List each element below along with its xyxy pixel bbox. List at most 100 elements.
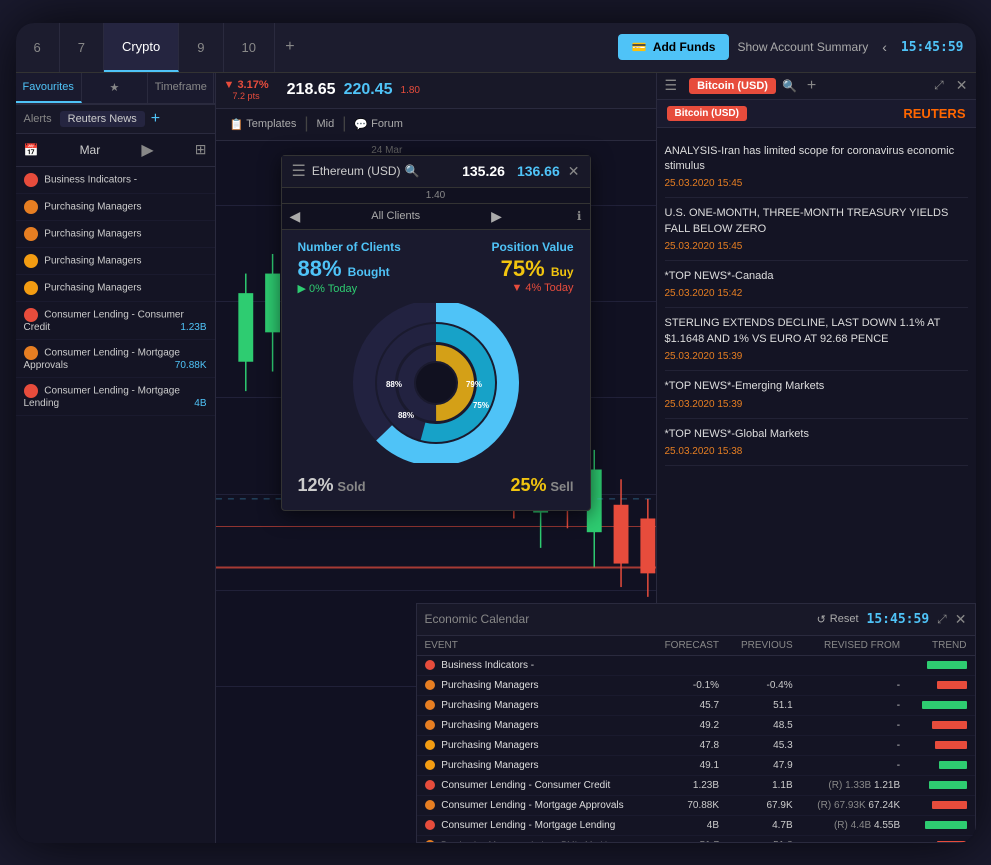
top-bar: 6 7 Crypto 9 10 + 💳 Add Funds <box>16 23 976 73</box>
red-dot-icon <box>425 660 435 670</box>
red-dot-icon <box>425 820 435 830</box>
news-title-2: U.S. ONE-MONTH, THREE-MONTH TREASURY YIE… <box>665 206 968 237</box>
news-item[interactable]: *TOP NEWS*-Emerging Markets 25.03.2020 1… <box>665 371 968 418</box>
list-item: Consumer Lending - Mortgage Approvals 70… <box>16 340 215 378</box>
bitcoin-label-badge: Bitcoin (USD) <box>667 106 747 121</box>
add-funds-button[interactable]: 💳 Add Funds <box>618 34 730 60</box>
top-bar-right: 💳 Add Funds Show Account Summary ‹ 15:45… <box>618 34 976 60</box>
trend-bar <box>937 681 967 689</box>
orange-dot-icon <box>425 720 435 730</box>
search-icon[interactable]: 🔍 <box>782 79 797 93</box>
eco-title: Economic Calendar <box>425 612 530 626</box>
trend-bar <box>927 661 967 669</box>
spread-value: 1.80 <box>401 85 420 96</box>
table-row: Purchasing Managers 49.1 47.9 - <box>417 755 975 775</box>
sold-percentage: 12% Sold <box>298 478 366 494</box>
news-item[interactable]: STERLING EXTENDS DECLINE, LAST DOWN 1.1%… <box>665 308 968 371</box>
add-tab-button[interactable]: + <box>275 23 305 72</box>
sold-stat: 12% Sold <box>298 475 366 496</box>
list-item: Consumer Lending - Mortgage Lending 4B <box>16 378 215 416</box>
reuters-news-tab[interactable]: Reuters News <box>60 111 145 127</box>
tab-6[interactable]: 6 <box>16 23 60 72</box>
main-content: Favourites ★ Timeframe Alerts Reuters Ne… <box>16 73 976 843</box>
col-event: EVENT <box>417 636 651 656</box>
list-item: Purchasing Managers <box>16 275 215 302</box>
credit-card-icon: 💳 <box>632 40 647 54</box>
news-title-6: *TOP NEWS*-Global Markets <box>665 427 968 442</box>
news-item[interactable]: *TOP NEWS*-Global Markets 25.03.2020 15:… <box>665 419 968 466</box>
add-feed-icon[interactable]: + <box>807 77 816 95</box>
tab-7[interactable]: 7 <box>60 23 104 72</box>
eco-clock: 15:45:59 <box>867 612 930 627</box>
close-news-icon[interactable]: ✕ <box>956 77 968 94</box>
expand-eco-icon[interactable]: ⤢ <box>937 612 947 627</box>
list-item: Business Indicators - <box>16 167 215 194</box>
event-name: Purchasing Managers Index - PMI - Markit… <box>417 835 651 842</box>
event-name: Business Indicators - <box>417 655 651 675</box>
donut-chart: 88% 79% 75% 88% <box>326 303 546 463</box>
grid-view-icon[interactable]: ⊞ <box>195 141 207 158</box>
eth-prices: 135.26 136.66 <box>462 163 560 179</box>
sidebar-tab-favourites[interactable]: Favourites <box>16 73 82 103</box>
sell-percentage: 25% Sell <box>510 478 573 494</box>
table-row: Business Indicators - <box>417 655 975 675</box>
eth-nav-right[interactable]: ▶ <box>491 208 502 225</box>
tab-container: 6 7 Crypto 9 10 + <box>16 23 305 72</box>
reset-button[interactable]: ↺ Reset <box>817 613 859 626</box>
news-title-4: STERLING EXTENDS DECLINE, LAST DOWN 1.1%… <box>665 316 968 347</box>
col-previous: PREVIOUS <box>727 636 801 656</box>
yellow-dot-icon <box>425 760 435 770</box>
eth-title: Ethereum (USD) <box>312 164 401 178</box>
yellow-indicator-icon <box>24 254 38 268</box>
clock-display: 15:45:59 <box>901 40 964 55</box>
stats-row: Number of Clients 88% Bought ▶ 0% Today … <box>298 240 574 295</box>
left-sidebar: Favourites ★ Timeframe Alerts Reuters Ne… <box>16 73 216 843</box>
news-item[interactable]: ANALYSIS-Iran has limited scope for coro… <box>665 136 968 199</box>
info-icon[interactable]: ℹ <box>577 209 582 223</box>
forum-button[interactable]: 💬 Forum <box>348 116 408 133</box>
all-clients-label: All Clients <box>371 210 420 222</box>
eth-bid-price: 135.26 <box>462 163 505 179</box>
hamburger-icon[interactable]: ☰ <box>665 77 678 94</box>
position-value-label: Position Value <box>491 240 573 254</box>
sidebar-tab-timeframe[interactable]: Timeframe <box>148 73 214 103</box>
news-time-1: 25.03.2020 15:45 <box>665 178 968 189</box>
tab-10[interactable]: 10 <box>224 23 275 72</box>
red-indicator-icon <box>24 384 38 398</box>
news-item[interactable]: U.S. ONE-MONTH, THREE-MONTH TREASURY YIE… <box>665 198 968 261</box>
trend-bar <box>925 821 967 829</box>
buy-percentage: 75% Buy <box>491 256 573 282</box>
table-row: Consumer Lending - Mortgage Approvals 70… <box>417 795 975 815</box>
eth-panel: ☰ Ethereum (USD) 🔍 135.26 136.66 ✕ <box>281 155 591 511</box>
eth-ask-price: 136.66 <box>517 163 560 179</box>
mid-button[interactable]: Mid <box>311 116 341 132</box>
show-account-button[interactable]: Show Account Summary <box>737 40 868 54</box>
close-eco-icon[interactable]: ✕ <box>955 611 967 628</box>
templates-button[interactable]: 📋 Templates <box>224 116 303 133</box>
news-item[interactable]: *TOP NEWS*-Canada 25.03.2020 15:42 <box>665 261 968 308</box>
eco-header-right: ↺ Reset 15:45:59 ⤢ ✕ <box>817 611 967 628</box>
close-eth-icon[interactable]: ✕ <box>568 163 580 180</box>
hamburger-eth-icon[interactable]: ☰ <box>292 161 306 181</box>
nav-left-arrow[interactable]: ‹ <box>876 39 893 55</box>
calendar-icon: 📅 <box>24 143 39 157</box>
table-row: Purchasing Managers 49.2 48.5 - <box>417 715 975 735</box>
month-forward-arrow[interactable]: ▶ <box>141 140 153 160</box>
table-row: Purchasing Managers 47.8 45.3 - <box>417 735 975 755</box>
event-name: Purchasing Managers <box>417 715 651 735</box>
tab-crypto[interactable]: Crypto <box>104 23 179 72</box>
eth-search-icon[interactable]: 🔍 <box>405 164 420 178</box>
event-list: Business Indicators - Purchasing Manager… <box>16 167 215 416</box>
sidebar-tab-star[interactable]: ★ <box>82 73 148 103</box>
tab-9[interactable]: 9 <box>179 23 223 72</box>
table-row: Consumer Lending - Consumer Credit 1.23B… <box>417 775 975 795</box>
expand-news-icon[interactable]: ⤢ <box>934 78 944 93</box>
add-feed-button[interactable]: + <box>151 110 160 128</box>
sell-stat: 25% Sell <box>510 475 573 496</box>
red-indicator-icon <box>24 173 38 187</box>
event-name: Purchasing Managers <box>417 755 651 775</box>
bitcoin-badge: Bitcoin (USD) <box>689 78 776 94</box>
svg-text:88%: 88% <box>397 411 413 420</box>
eth-nav-left[interactable]: ◀ <box>290 208 301 225</box>
alerts-row: Alerts Reuters News + <box>16 104 215 134</box>
